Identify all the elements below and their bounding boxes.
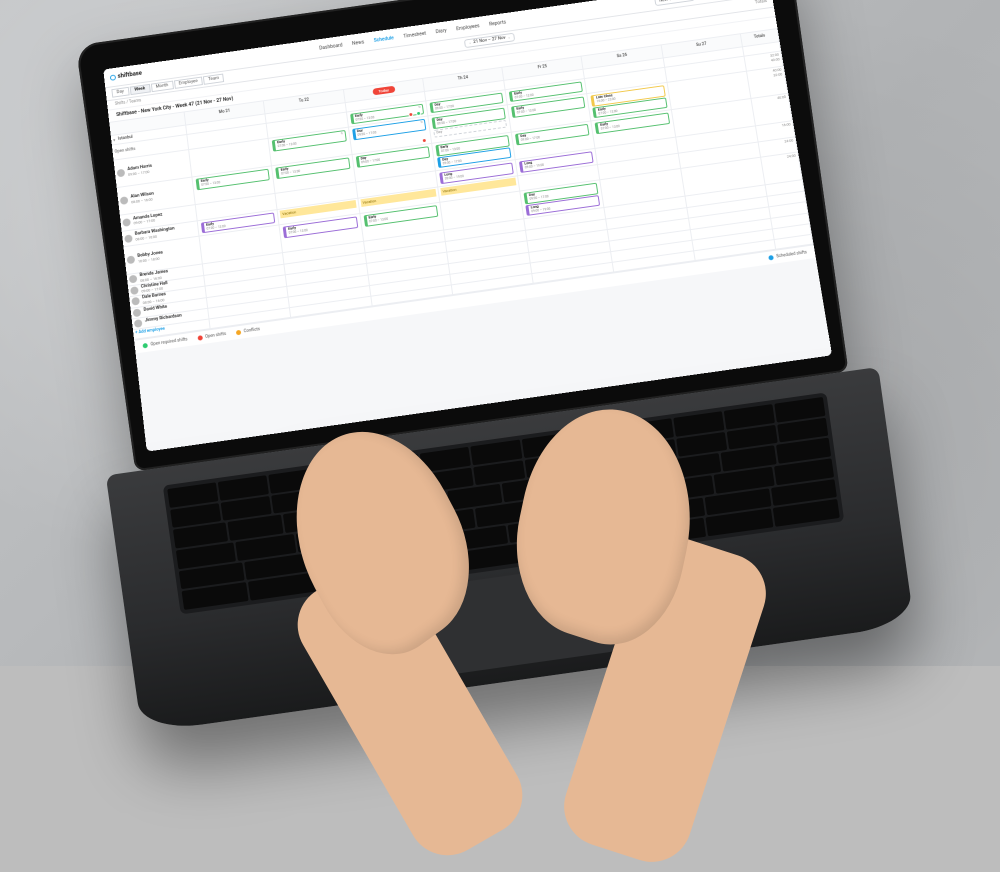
chevron-right-icon[interactable]: › bbox=[508, 35, 510, 40]
chevron-down-icon: ▾ bbox=[113, 137, 115, 142]
nav-dashboard[interactable]: Dashboard bbox=[319, 42, 343, 51]
brand-name: shiftbase bbox=[117, 70, 142, 80]
nav-diary[interactable]: Diary bbox=[435, 28, 447, 35]
nav-reports[interactable]: Reports bbox=[489, 19, 507, 27]
tab-team[interactable]: Team bbox=[203, 74, 225, 85]
tab-month[interactable]: Month bbox=[150, 81, 173, 93]
totals-heading: Totals bbox=[755, 0, 768, 5]
legend-conflicts: Conflicts bbox=[236, 327, 261, 335]
legend-scheduled: Scheduled shifts bbox=[768, 250, 807, 260]
location-picker[interactable]: New York City ▾ bbox=[654, 0, 695, 6]
location-label: New York City bbox=[659, 0, 686, 3]
repeat-icon: ↻ bbox=[418, 106, 421, 110]
legend-open-shifts: Open shifts bbox=[197, 332, 226, 341]
laptop: shiftbase Dashboard News Schedule Timesh… bbox=[76, 0, 915, 729]
legend-open-required: Open required shifts bbox=[142, 337, 187, 348]
avatar bbox=[124, 234, 133, 243]
avatar bbox=[120, 197, 129, 206]
brand-logo-icon bbox=[110, 74, 116, 80]
conflict-icon bbox=[408, 112, 413, 117]
avatar bbox=[122, 218, 131, 227]
conflict-icon bbox=[421, 138, 427, 143]
app-screen: shiftbase Dashboard News Schedule Timesh… bbox=[103, 0, 832, 452]
avatar bbox=[127, 256, 136, 265]
tab-day[interactable]: Day bbox=[111, 87, 129, 98]
nav-news[interactable]: News bbox=[352, 39, 365, 46]
avatar bbox=[117, 169, 126, 178]
nav-schedule[interactable]: Schedule bbox=[373, 35, 394, 43]
group-label: Istanbul bbox=[118, 135, 133, 142]
tab-week[interactable]: Week bbox=[129, 84, 150, 95]
brand[interactable]: shiftbase bbox=[110, 70, 143, 81]
ok-icon bbox=[416, 111, 421, 116]
today-pill: Today bbox=[372, 86, 395, 96]
chevron-left-icon[interactable]: ‹ bbox=[469, 41, 471, 46]
date-range-label: 21 Nov – 27 Nov bbox=[473, 36, 506, 45]
tab-employee[interactable]: Employee bbox=[174, 77, 203, 89]
nav-employees[interactable]: Employees bbox=[456, 23, 480, 32]
nav-timesheet[interactable]: Timesheet bbox=[403, 30, 426, 39]
